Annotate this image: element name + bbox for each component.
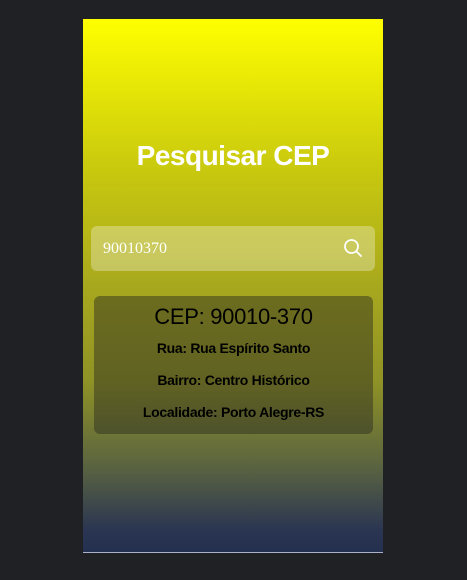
- search-button[interactable]: [339, 234, 367, 262]
- search-bar: [91, 226, 375, 271]
- page-title: Pesquisar CEP: [136, 140, 330, 171]
- app-screen: Pesquisar CEP CEP: 90010-370 Rua: Rua Es…: [83, 19, 383, 553]
- result-cep: CEP: 90010-370: [154, 304, 313, 329]
- result-localidade: Localidade: Porto Alegre-RS: [142, 404, 325, 420]
- search-icon: [344, 239, 362, 257]
- cep-search-input[interactable]: [91, 226, 331, 271]
- result-card: CEP: 90010-370 Rua: Rua Espírito Santo B…: [94, 296, 373, 434]
- result-rua: Rua: Rua Espírito Santo: [156, 340, 311, 356]
- result-bairro: Bairro: Centro Histórico: [157, 372, 310, 388]
